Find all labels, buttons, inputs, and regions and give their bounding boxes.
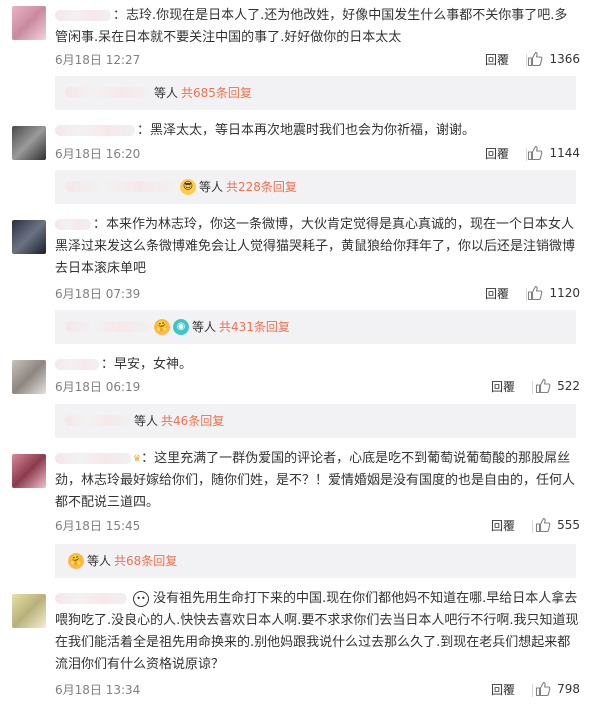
sub-replies-box[interactable]: 🤗 等人 共68条回复 — [55, 544, 576, 578]
reply-button[interactable]: 回覆 — [485, 285, 509, 302]
sub-replies-box[interactable]: 等人 共685条回复 — [55, 76, 576, 110]
comment-text: ♛：这里充满了一群伪爱国的评论者，心底是吃不到葡萄说葡萄酸的那股屌丝劲，林志玲最… — [55, 448, 580, 514]
panda-emoji-icon: •• — [133, 590, 149, 607]
like-button[interactable]: 1144 — [527, 145, 580, 161]
replier-label: 等人 — [134, 414, 159, 428]
hugging-emoji-icon: 🤗 — [154, 318, 170, 335]
comment-date: 6月18日 13:34 — [55, 683, 141, 697]
reply-button[interactable]: 回覆 — [485, 145, 509, 162]
thumbs-up-icon — [536, 378, 551, 394]
username[interactable] — [55, 219, 91, 230]
username[interactable] — [55, 593, 127, 604]
comment-text: ：本来作为林志玲，你这一条微博，大伙肯定觉得是真心真诚的，现在一个日本女人黑泽过… — [55, 217, 576, 276]
replier-label: 等人 — [192, 320, 217, 334]
like-button[interactable]: 555 — [535, 517, 580, 533]
reply-usernames — [65, 87, 149, 98]
replier-label: 等人 — [199, 180, 224, 194]
username[interactable] — [55, 359, 99, 370]
divider — [532, 520, 533, 533]
comment-date: 6月18日 07:39 — [55, 287, 141, 301]
more-replies-link[interactable]: 共228条回复 — [226, 178, 297, 195]
comment-meta: 6月18日 15:45 回覆 555 — [55, 517, 580, 537]
username[interactable] — [55, 125, 135, 136]
comment-date: 6月18日 06:19 — [55, 380, 141, 394]
reply-usernames — [65, 321, 149, 332]
comment-text: •• 没有祖先用生命打下来的中国.现在你们都他妈不知道在哪.早给日本人拿去喂狗吃了… — [55, 590, 579, 672]
like-button[interactable]: 798 — [535, 681, 580, 697]
reply-button[interactable]: 回覆 — [491, 681, 515, 698]
avatar[interactable] — [12, 454, 46, 488]
reply-button[interactable]: 回覆 — [485, 51, 509, 68]
hugging-emoji-icon: 🤗 — [68, 552, 84, 569]
reply-button[interactable]: 回覆 — [491, 378, 515, 395]
comment-meta: 6月18日 13:34 回覆 798 — [55, 681, 580, 701]
sunglasses-emoji-icon: 😎 — [180, 178, 196, 195]
thumbs-up-icon — [528, 285, 543, 301]
more-replies-link[interactable]: 共685条回复 — [181, 84, 252, 101]
username[interactable] — [55, 453, 131, 464]
reply-button[interactable]: 回覆 — [491, 517, 515, 534]
username[interactable] — [55, 10, 111, 21]
avatar[interactable] — [12, 126, 46, 160]
like-count: 1366 — [549, 52, 580, 66]
thumbs-up-icon — [536, 681, 551, 697]
like-count: 1144 — [549, 146, 580, 160]
comment-meta: 6月18日 12:27 回覆 1366 — [55, 51, 580, 71]
more-replies-link[interactable]: 共46条回复 — [161, 412, 224, 429]
more-replies-link[interactable]: 共431条回复 — [219, 318, 290, 335]
reply-usernames — [65, 415, 129, 426]
like-count: 798 — [557, 682, 580, 696]
comment-date: 6月18日 16:20 — [55, 147, 141, 161]
sub-replies-box[interactable]: 🤗 ◉ 等人 共431条回复 — [55, 310, 576, 344]
eye-emoji-icon: ◉ — [173, 318, 189, 335]
avatar[interactable] — [12, 594, 46, 628]
like-count: 1120 — [549, 286, 580, 300]
like-count: 555 — [557, 518, 580, 532]
like-count: 522 — [557, 379, 580, 393]
comment-text: ：黑泽太太，等日本再次地震时我们也会为你祈福，谢谢。 — [55, 120, 580, 142]
thumbs-up-icon — [536, 517, 551, 533]
comment-text: ：早安，女神。 — [55, 354, 580, 376]
like-button[interactable]: 1120 — [527, 285, 580, 301]
comment-date: 6月18日 15:45 — [55, 519, 141, 533]
thumbs-up-icon — [528, 145, 543, 161]
comment-text: ：志玲.你现在是日本人了.还为他改姓，好像中国发生什么事都不关你事了吧.多管闲事… — [55, 8, 568, 45]
comment-meta: 6月18日 06:19 回覆 522 — [55, 378, 580, 398]
comment-meta: 6月18日 07:39 回覆 1120 — [55, 285, 580, 305]
reply-usernames — [65, 181, 175, 192]
like-button[interactable]: 522 — [535, 378, 580, 394]
sub-replies-box[interactable]: 等人 共46条回复 — [55, 404, 576, 438]
vip-badge-icon: ♛ — [133, 454, 142, 464]
thumbs-up-icon — [528, 51, 543, 67]
more-replies-link[interactable]: 共68条回复 — [114, 552, 177, 569]
avatar[interactable] — [12, 6, 46, 40]
divider — [532, 684, 533, 697]
avatar[interactable] — [12, 220, 46, 254]
replier-label: 等人 — [87, 554, 112, 568]
replier-label: 等人 — [154, 86, 179, 100]
comment-date: 6月18日 12:27 — [55, 53, 141, 67]
avatar[interactable] — [12, 360, 46, 394]
divider — [532, 381, 533, 394]
like-button[interactable]: 1366 — [527, 51, 580, 67]
sub-replies-box[interactable]: 😎 等人 共228条回复 — [55, 170, 576, 204]
comment-meta: 6月18日 16:20 回覆 1144 — [55, 145, 580, 165]
